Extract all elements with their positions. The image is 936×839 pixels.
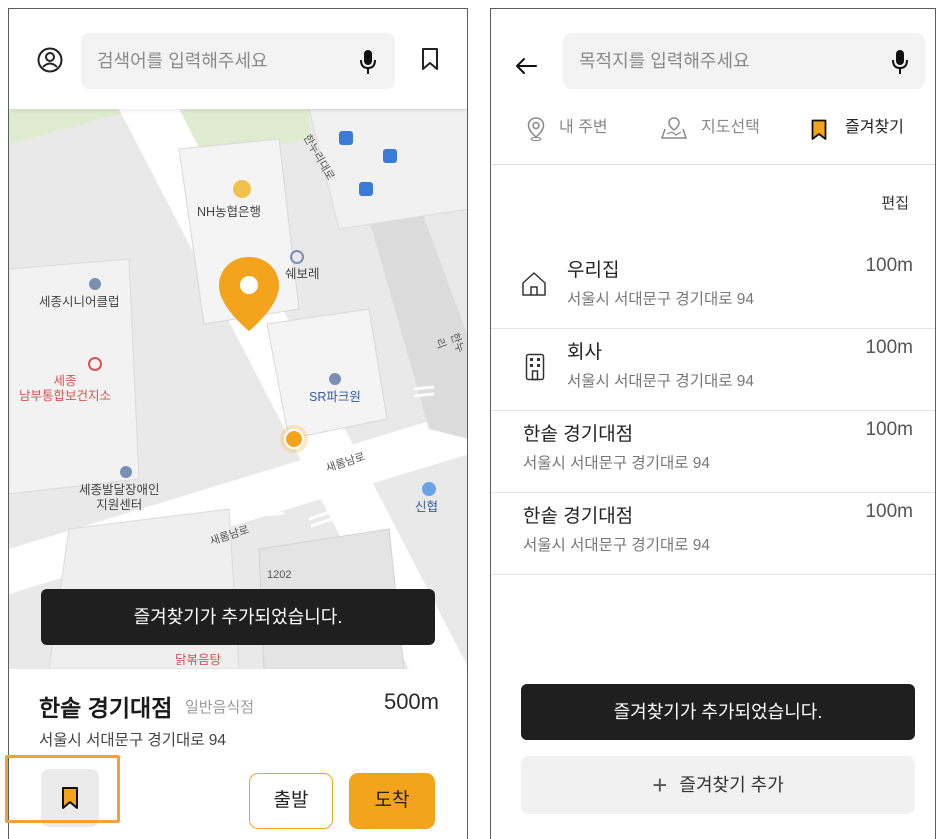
- header: 목적지를 입력해주세요: [491, 9, 935, 109]
- poi-senior-club[interactable]: 세종시니어클럽: [39, 295, 120, 310]
- depart-button[interactable]: 출발: [249, 773, 333, 829]
- home-icon: [521, 271, 547, 297]
- place-address: 서울시 서대문구 경기대로 94: [39, 732, 227, 749]
- search-placeholder: 검색어를 입력해주세요: [97, 51, 268, 71]
- favorite-address: 서울시 서대문구 경기대로 94: [523, 537, 711, 554]
- tab-favorites-label: 즐겨찾기: [845, 119, 904, 136]
- favorites-screen: 목적지를 입력해주세요 내 주변 지도선택 즐겨찾기 편집 우리집 서울시 서대…: [490, 8, 936, 839]
- add-favorite-label: 즐겨찾기 추가: [679, 775, 784, 795]
- poi-health-center[interactable]: 세종 남부통합보건지소: [19, 374, 111, 404]
- tab-favorites[interactable]: 즐겨찾기: [811, 109, 931, 165]
- microphone-icon[interactable]: [359, 49, 377, 75]
- favorite-name: 우리집: [567, 260, 620, 281]
- tab-nearby-label: 내 주변: [559, 119, 608, 136]
- location-pin-icon: [527, 117, 545, 141]
- place-info-panel: 한솥 경기대점 일반음식점 500m 서울시 서대문구 경기대로 94 출발 도…: [9, 669, 467, 839]
- tab-bar: 내 주변 지도선택 즐겨찾기: [491, 109, 935, 165]
- favorite-name: 한솥 경기대점: [523, 424, 634, 445]
- map-screen: 검색어를 입력해주세요 NH농협은행 쉐보레 세종시니어클럽 세종 남부통합보건…: [8, 8, 468, 839]
- place-distance: 500m: [383, 689, 439, 714]
- building-icon: [525, 353, 545, 381]
- tab-nearby[interactable]: 내 주변: [527, 109, 647, 165]
- top-search-bar: 검색어를 입력해주세요: [9, 9, 467, 109]
- map-marker-icon[interactable]: [219, 257, 279, 331]
- poi-sr-park-one[interactable]: SR파크원: [309, 390, 361, 405]
- bookmark-button[interactable]: [41, 769, 99, 827]
- tab-map-select-label: 지도선택: [701, 119, 760, 136]
- place-name: 한솥 경기대점: [39, 695, 173, 721]
- favorite-distance: 100m: [865, 255, 913, 276]
- toast-message: 즐겨찾기가 추가되었습니다.: [521, 684, 915, 740]
- poi-chevrolet[interactable]: 쉐보레: [285, 267, 320, 282]
- favorite-address: 서울시 서대문구 경기대로 94: [523, 455, 711, 472]
- favorite-address: 서울시 서대문구 경기대로 94: [567, 373, 755, 390]
- map-select-icon: [661, 117, 687, 139]
- bookmark-filled-icon: [61, 786, 79, 810]
- favorite-name: 회사: [567, 342, 602, 363]
- destination-search-input[interactable]: 목적지를 입력해주세요: [563, 33, 925, 89]
- list-item[interactable]: 한솥 경기대점 서울시 서대문구 경기대로 94 100m: [491, 493, 935, 575]
- list-item[interactable]: 한솥 경기대점 서울시 서대문구 경기대로 94 100m: [491, 411, 935, 493]
- bookmark-icon: [811, 119, 827, 141]
- bookmark-icon[interactable]: [421, 47, 439, 71]
- favorite-distance: 100m: [865, 419, 913, 440]
- back-arrow-icon[interactable]: [515, 57, 537, 75]
- poi-disability-center[interactable]: 세종발달장애인 지원센터: [79, 483, 160, 513]
- list-item[interactable]: 회사 서울시 서대문구 경기대로 94 100m: [491, 329, 935, 411]
- destination-placeholder: 목적지를 입력해주세요: [579, 51, 750, 71]
- favorite-address: 서울시 서대문구 경기대로 94: [567, 291, 755, 308]
- arrive-button[interactable]: 도착: [349, 773, 435, 829]
- edit-button[interactable]: 편집: [881, 192, 909, 213]
- list-item[interactable]: 우리집 서울시 서대문구 경기대로 94 100m: [491, 247, 935, 329]
- plus-icon: +: [652, 770, 668, 800]
- toast-message: 즐겨찾기가 추가되었습니다.: [41, 589, 435, 645]
- favorite-distance: 100m: [865, 501, 913, 522]
- poi-dakbokkeumtang[interactable]: 닭볶음탕: [175, 653, 221, 668]
- favorite-distance: 100m: [865, 337, 913, 358]
- poi-nh-bank[interactable]: NH농협은행: [197, 205, 261, 220]
- microphone-icon[interactable]: [891, 49, 909, 75]
- tab-map-select[interactable]: 지도선택: [661, 109, 791, 165]
- road-label: 1202: [267, 569, 292, 581]
- search-input[interactable]: 검색어를 입력해주세요: [81, 33, 395, 89]
- place-category: 일반음식점: [185, 699, 255, 716]
- map-view[interactable]: NH농협은행 쉐보레 세종시니어클럽 세종 남부통합보건지소 SR파크원 세종발…: [9, 109, 467, 669]
- add-favorite-button[interactable]: + 즐겨찾기 추가: [521, 756, 915, 814]
- profile-icon[interactable]: [37, 47, 63, 73]
- favorite-name: 한솥 경기대점: [523, 506, 634, 527]
- poi-shinhyup[interactable]: 신협: [415, 500, 438, 515]
